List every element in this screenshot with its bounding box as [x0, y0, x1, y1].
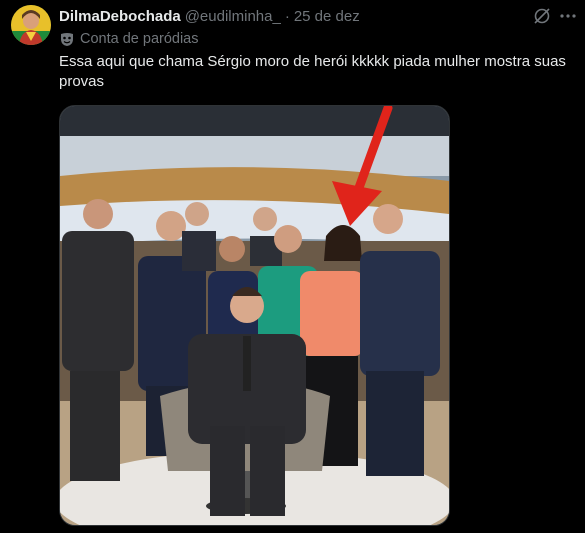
author-name[interactable]: DilmaDebochada — [59, 8, 181, 25]
tweet[interactable]: DilmaDebochada @eudilminha_ · 25 de dez … — [0, 0, 585, 533]
tweet-text: Essa aqui que chama Sérgio moro de herói… — [59, 53, 566, 90]
tweet-photo[interactable] — [59, 105, 450, 526]
tweet-date[interactable]: 25 de dez — [294, 8, 360, 25]
author-handle[interactable]: @eudilminha_ — [185, 8, 281, 25]
tweet-header: DilmaDebochada @eudilminha_ · 25 de dez — [59, 6, 360, 26]
more-icon[interactable] — [558, 6, 578, 26]
grok-icon[interactable] — [532, 6, 552, 26]
mask-icon — [59, 31, 75, 47]
separator-dot: · — [284, 7, 290, 25]
avatar[interactable] — [11, 5, 51, 45]
parody-label: Conta de paródias — [59, 29, 199, 49]
photo-image — [60, 106, 449, 525]
parody-text: Conta de paródias — [80, 31, 199, 47]
